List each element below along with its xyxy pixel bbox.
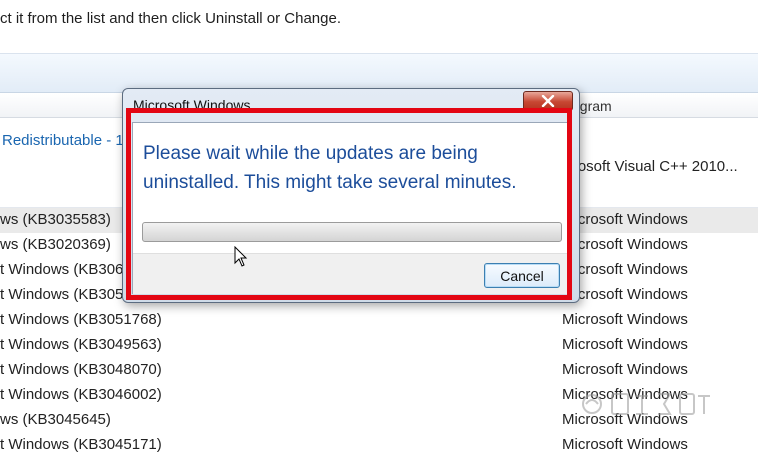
update-publisher: Microsoft Windows <box>562 286 688 303</box>
dialog-title: Microsoft Windows <box>133 97 251 113</box>
uninstall-progress-dialog: Microsoft Windows Please wait while the … <box>122 88 580 303</box>
close-icon <box>541 95 555 107</box>
update-name: t Windows (KB3045171) <box>0 436 162 453</box>
table-row[interactable]: t Windows (KB3051768) Microsoft Windows <box>0 308 758 333</box>
update-name: ws (KB3035583) <box>0 211 111 228</box>
progress-bar <box>142 222 562 242</box>
table-row[interactable]: t Windows (KB3045171) Microsoft Windows <box>0 433 758 458</box>
update-name: ws (KB3045645) <box>0 411 111 428</box>
update-name: t Windows (KB3046002) <box>0 386 162 403</box>
control-panel-window: ct it from the list and then click Unins… <box>0 0 758 464</box>
cancel-button[interactable]: Cancel <box>484 263 560 288</box>
update-name: t Windows (KB306 <box>0 261 124 278</box>
update-publisher: Microsoft Windows <box>562 261 688 278</box>
mouse-cursor-icon <box>234 246 248 267</box>
dialog-close-button[interactable] <box>523 91 573 111</box>
update-publisher: Microsoft Windows <box>562 436 688 453</box>
update-name: t Windows (KB3048070) <box>0 361 162 378</box>
update-name: t Windows (KB3051768) <box>0 311 162 328</box>
instruction-text: ct it from the list and then click Unins… <box>0 10 341 27</box>
update-name: ws (KB3020369) <box>0 236 111 253</box>
baidu-jingyan-watermark-icon <box>582 393 710 415</box>
group-publisher: icrosoft Visual C++ 2010... <box>562 158 738 175</box>
update-publisher: Microsoft Windows <box>562 361 688 378</box>
toolbar <box>0 53 758 93</box>
update-publisher: Microsoft Windows <box>562 211 688 228</box>
update-publisher: Microsoft Windows <box>562 236 688 253</box>
update-publisher: Microsoft Windows <box>562 311 688 328</box>
update-name: t Windows (KB3049563) <box>0 336 162 353</box>
update-publisher: Microsoft Windows <box>562 336 688 353</box>
group-name: Redistributable - 1 <box>2 132 124 149</box>
table-row[interactable]: t Windows (KB3049563) Microsoft Windows <box>0 333 758 358</box>
table-row[interactable]: t Windows (KB3048070) Microsoft Windows <box>0 358 758 383</box>
dialog-message: Please wait while the updates are being … <box>143 143 517 193</box>
dialog-footer: Cancel <box>133 253 569 294</box>
dialog-body: Please wait while the updates are being … <box>132 122 570 294</box>
update-name: t Windows (KB305 <box>0 286 124 303</box>
